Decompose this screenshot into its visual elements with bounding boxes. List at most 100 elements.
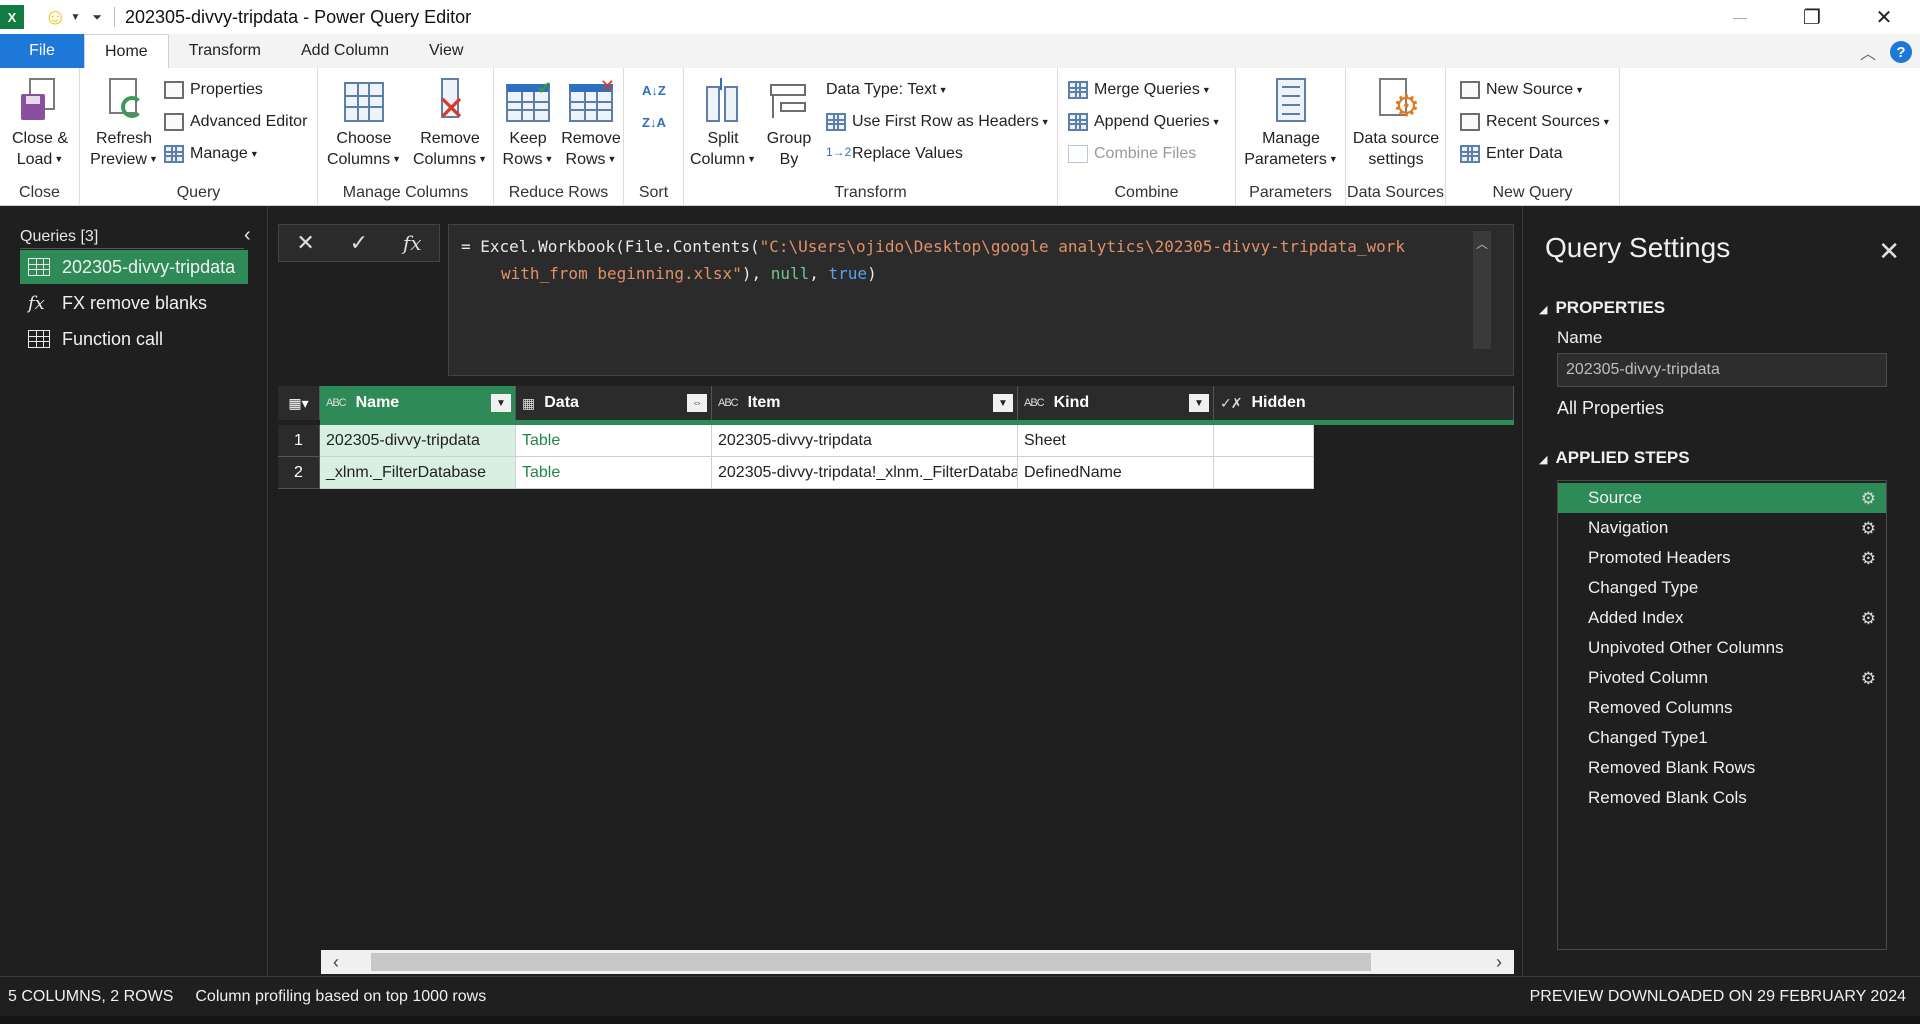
expand-column-icon[interactable]: ⇔: [687, 394, 707, 412]
manage-button[interactable]: Manage ▼: [164, 142, 259, 166]
combine-files-button[interactable]: Combine Files: [1068, 142, 1196, 166]
recent-sources-button[interactable]: Recent Sources ▼: [1460, 110, 1611, 134]
tab-file[interactable]: File: [0, 34, 84, 68]
use-first-row-headers-button[interactable]: Use First Row as Headers ▼: [826, 110, 1050, 134]
filter-dropdown-icon[interactable]: ▼: [993, 394, 1013, 412]
expand-formula-icon[interactable]: ︿: [1473, 231, 1491, 251]
sort-ascending-button[interactable]: A↓Z: [642, 78, 666, 102]
text-type-icon[interactable]: ABC: [1024, 397, 1045, 409]
step-unpivoted-other-columns[interactable]: Unpivoted Other Columns: [1558, 633, 1886, 663]
scrollbar-thumb[interactable]: [371, 953, 1371, 971]
group-by-button[interactable]: Group By: [760, 78, 818, 170]
refresh-preview-button[interactable]: Refresh Preview ▼: [84, 78, 164, 170]
commit-formula-icon[interactable]: ✓: [350, 230, 368, 256]
table-cell[interactable]: [1214, 425, 1314, 457]
collapse-queries-icon[interactable]: ‹: [244, 224, 251, 247]
step-pivoted-column[interactable]: Pivoted Column ⚙: [1558, 663, 1886, 693]
column-header-kind[interactable]: ABC Kind ▼: [1018, 386, 1214, 420]
tab-transform[interactable]: Transform: [169, 34, 281, 68]
properties-section-header[interactable]: ◢ PROPERTIES: [1539, 298, 1665, 318]
formula-bar[interactable]: = Excel.Workbook(File.Contents("C:\Users…: [448, 224, 1514, 376]
choose-columns-button[interactable]: Choose Columns ▼: [322, 78, 406, 170]
step-label: Changed Type: [1588, 578, 1699, 597]
enter-data-button[interactable]: Enter Data: [1460, 142, 1562, 166]
merge-queries-button[interactable]: Merge Queries ▼: [1068, 78, 1211, 102]
data-type-dropdown[interactable]: Data Type: Text ▼: [826, 78, 948, 102]
gear-icon[interactable]: ⚙: [1861, 549, 1876, 569]
column-header-hidden[interactable]: ✓✗ Hidden: [1214, 386, 1514, 420]
properties-button[interactable]: Properties: [164, 78, 263, 102]
tab-view[interactable]: View: [409, 34, 483, 68]
table-type-icon[interactable]: ▦: [522, 395, 535, 412]
gear-icon[interactable]: ⚙: [1861, 609, 1876, 629]
sort-descending-button[interactable]: Z↓A: [642, 110, 666, 134]
step-changed-type[interactable]: Changed Type: [1558, 573, 1886, 603]
table-cell-link[interactable]: Table: [516, 457, 712, 489]
gear-icon[interactable]: ⚙: [1861, 669, 1876, 689]
cancel-formula-icon[interactable]: ✕: [296, 230, 314, 256]
table-cell[interactable]: DefinedName: [1018, 457, 1214, 489]
row-number[interactable]: 1: [278, 425, 320, 457]
column-header-item[interactable]: ABC Item ▼: [712, 386, 1018, 420]
keep-rows-button[interactable]: ✔ Keep Rows ▼: [498, 78, 558, 170]
remove-columns-button[interactable]: ✕ Remove Columns ▼: [408, 78, 492, 170]
data-source-settings-button[interactable]: ⚙ Data source settings: [1348, 78, 1444, 170]
step-navigation[interactable]: Navigation ⚙: [1558, 513, 1886, 543]
query-name-input[interactable]: 202305-divvy-tripdata: [1557, 353, 1887, 387]
manage-parameters-button[interactable]: Manage Parameters ▼: [1240, 78, 1342, 170]
tab-add-column[interactable]: Add Column: [281, 34, 409, 68]
scroll-left-icon[interactable]: ‹: [321, 950, 351, 974]
replace-values-button[interactable]: 1→2 Replace Values: [826, 142, 963, 166]
table-cell[interactable]: 202305-divvy-tripdata: [320, 425, 516, 457]
remove-rows-button[interactable]: ✕ Remove Rows ▼: [560, 76, 622, 170]
step-removed-columns[interactable]: Removed Columns: [1558, 693, 1886, 723]
step-removed-blank-cols[interactable]: Removed Blank Cols: [1558, 783, 1886, 813]
append-queries-button[interactable]: Append Queries ▼: [1068, 110, 1221, 134]
status-profiling[interactable]: Column profiling based on top 1000 rows: [195, 988, 486, 1006]
scroll-right-icon[interactable]: ›: [1484, 950, 1514, 974]
step-promoted-headers[interactable]: Promoted Headers ⚙: [1558, 543, 1886, 573]
applied-steps-section-header[interactable]: ◢ APPLIED STEPS: [1539, 448, 1690, 468]
logical-type-icon[interactable]: ✓✗: [1220, 395, 1242, 412]
table-cell-link[interactable]: Table: [516, 425, 712, 457]
feedback-smiley-icon[interactable]: ☺: [44, 6, 66, 28]
table-cell[interactable]: 202305-divvy-tripdata!_xlnm._FilterDatab…: [712, 457, 1018, 489]
new-source-button[interactable]: New Source ▼: [1460, 78, 1584, 102]
table-cell[interactable]: 202305-divvy-tripdata: [712, 425, 1018, 457]
gear-icon[interactable]: ⚙: [1861, 519, 1876, 539]
filter-dropdown-icon[interactable]: ▼: [1189, 394, 1209, 412]
step-added-index[interactable]: Added Index ⚙: [1558, 603, 1886, 633]
step-changed-type1[interactable]: Changed Type1: [1558, 723, 1886, 753]
all-properties-link[interactable]: All Properties: [1557, 398, 1664, 419]
customize-toolbar-icon[interactable]: ⏷: [92, 10, 102, 25]
fx-insert-icon[interactable]: fx: [403, 231, 422, 255]
feedback-dropdown-icon[interactable]: ▼: [70, 12, 80, 23]
query-item-fx-remove-blanks[interactable]: fx FX remove blanks: [20, 286, 248, 320]
help-icon[interactable]: ?: [1890, 41, 1912, 63]
query-item-function-call[interactable]: Function call: [20, 322, 248, 356]
table-menu-button[interactable]: ▦▾: [278, 386, 320, 420]
gear-icon[interactable]: ⚙: [1861, 489, 1876, 509]
text-type-icon[interactable]: ABC: [326, 397, 347, 409]
tab-home[interactable]: Home: [84, 34, 169, 68]
split-column-button[interactable]: Split Column ▼: [688, 78, 758, 170]
table-cell[interactable]: [1214, 457, 1314, 489]
step-removed-blank-rows[interactable]: Removed Blank Rows: [1558, 753, 1886, 783]
column-header-data[interactable]: ▦ Data ⇔: [516, 386, 712, 420]
close-settings-icon[interactable]: ✕: [1878, 236, 1900, 267]
horizontal-scrollbar[interactable]: ‹ ›: [321, 950, 1514, 974]
row-number[interactable]: 2: [278, 457, 320, 489]
advanced-editor-button[interactable]: Advanced Editor: [164, 110, 307, 134]
filter-dropdown-icon[interactable]: ▼: [491, 394, 511, 412]
text-type-icon[interactable]: ABC: [718, 397, 739, 409]
close-load-button[interactable]: Close & Load ▼: [8, 78, 72, 170]
close-window-button[interactable]: ✕: [1848, 0, 1920, 34]
query-item-202305-divvy-tripdata[interactable]: 202305-divvy-tripdata: [20, 250, 248, 284]
column-header-name[interactable]: ABC Name ▼: [320, 386, 516, 420]
restore-button[interactable]: ❐: [1776, 0, 1848, 34]
minimize-button[interactable]: —: [1704, 0, 1776, 34]
step-source[interactable]: Source ⚙: [1558, 483, 1886, 513]
table-cell[interactable]: _xlnm._FilterDatabase: [320, 457, 516, 489]
table-cell[interactable]: Sheet: [1018, 425, 1214, 457]
collapse-ribbon-icon[interactable]: ︿: [1860, 40, 1876, 64]
